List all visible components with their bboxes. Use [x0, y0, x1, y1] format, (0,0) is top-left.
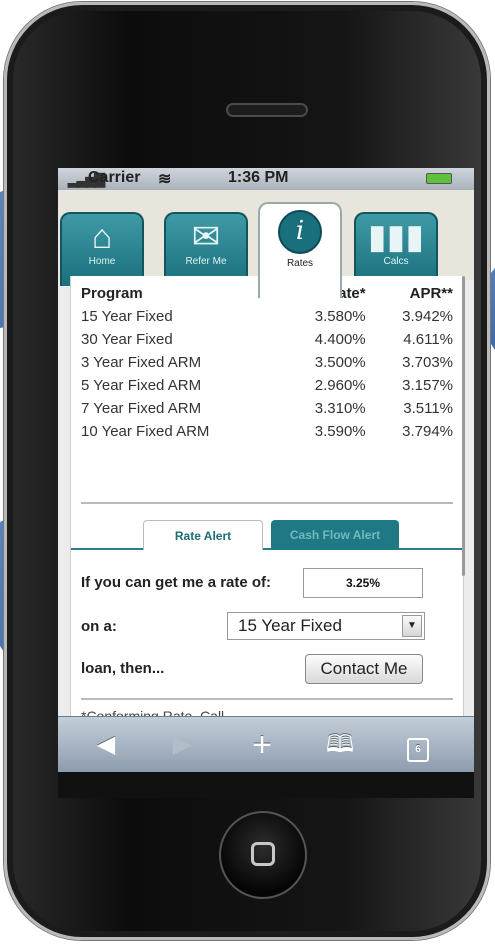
apr-cell: 3.703%	[402, 354, 453, 371]
tab-label: Rates	[286, 258, 314, 269]
tab-home[interactable]: ⌂ Home	[60, 212, 144, 286]
wifi-icon: ≋	[158, 171, 172, 188]
pages-icon[interactable]: 6	[398, 725, 438, 765]
bookmarks-book-icon[interactable]: 🕮	[320, 725, 360, 765]
rate-cell: 3.580%	[314, 308, 366, 325]
table-row[interactable]: 10 Year Fixed ARM 3.590% 3.794%	[81, 420, 453, 443]
rate-cell: 4.400%	[314, 331, 366, 348]
home-button-square-icon	[251, 842, 275, 866]
forward-arrow-icon: ▶	[172, 731, 192, 758]
add-bookmark-icon[interactable]: +	[242, 725, 282, 765]
phone-screen: ▂▃▅▇ Carrier ≋ 1:36 PM ⌂ Home ✉ Refer Me…	[58, 168, 474, 798]
chevron-down-icon[interactable]: ▼	[402, 615, 422, 637]
house-icon: ⌂	[91, 218, 113, 256]
app-tab-bar: ⌂ Home ✉ Refer Me i Rates ▮▮▮ Calcs	[58, 190, 474, 298]
program-cell: 5 Year Fixed ARM	[81, 377, 202, 394]
program-cell: 15 Year Fixed	[81, 308, 173, 325]
browser-toolbar: ◀ ▶ + 🕮 6	[58, 716, 474, 773]
loan-type-label: on a:	[81, 618, 117, 635]
bar-chart-icon: ▮▮▮	[367, 218, 425, 256]
tab-cash-flow-alert[interactable]: Cash Flow Alert	[271, 520, 399, 550]
info-icon: i	[278, 210, 322, 254]
program-cell: 10 Year Fixed ARM	[81, 423, 210, 440]
battery-icon	[426, 173, 452, 184]
divider	[81, 502, 453, 504]
apr-cell: 3.511%	[403, 400, 453, 417]
back-arrow-icon[interactable]: ◀	[86, 725, 126, 765]
tab-refer-me[interactable]: ✉ Refer Me	[164, 212, 248, 286]
home-button[interactable]	[219, 811, 307, 899]
tab-label: Home	[88, 256, 116, 267]
program-cell: 3 Year Fixed ARM	[81, 354, 202, 371]
divider	[81, 698, 453, 700]
contact-me-button[interactable]: Contact Me	[305, 654, 423, 684]
envelope-icon: ✉	[191, 218, 221, 256]
loan-type-value: 15 Year Fixed	[238, 616, 342, 635]
table-row[interactable]: 5 Year Fixed ARM 2.960% 3.157%	[81, 374, 453, 397]
tab-rate-alert[interactable]: Rate Alert	[143, 520, 263, 550]
rate-prompt-label: If you can get me a rate of:	[81, 574, 272, 591]
rate-cell: 3.310%	[314, 400, 366, 417]
tab-calcs[interactable]: ▮▮▮ Calcs	[354, 212, 438, 286]
rate-cell: 3.500%	[314, 354, 366, 371]
tab-rates[interactable]: i Rates	[258, 202, 342, 298]
loan-type-select[interactable]: 15 Year Fixed ▼	[227, 612, 425, 640]
rate-input[interactable]	[303, 568, 423, 598]
apr-header: APR**	[409, 285, 453, 302]
table-row[interactable]: 3 Year Fixed ARM 3.500% 3.703%	[81, 351, 453, 374]
status-bar: ▂▃▅▇ Carrier ≋ 1:36 PM	[58, 168, 474, 190]
rates-table: Program Rate* APR** 15 Year Fixed 3.580%…	[81, 282, 453, 443]
apr-cell: 3.794%	[402, 423, 453, 440]
program-cell: 30 Year Fixed	[81, 331, 173, 348]
then-label: loan, then...	[81, 660, 165, 677]
earpiece-speaker	[226, 103, 308, 117]
table-row[interactable]: 30 Year Fixed 4.400% 4.611%	[81, 328, 453, 351]
apr-cell: 4.611%	[403, 331, 453, 348]
rate-cell: 2.960%	[314, 377, 366, 394]
program-cell: 7 Year Fixed ARM	[81, 400, 202, 417]
table-row[interactable]: 15 Year Fixed 3.580% 3.942%	[81, 305, 453, 328]
alert-tab-strip: Rate Alert Cash Flow Alert	[71, 514, 463, 550]
rate-cell: 3.590%	[314, 423, 366, 440]
program-header: Program	[81, 285, 143, 302]
table-row[interactable]: 7 Year Fixed ARM 3.310% 3.511%	[81, 397, 453, 420]
pages-count: 6	[407, 738, 429, 762]
tab-label: Refer Me	[185, 256, 227, 267]
apr-cell: 3.157%	[402, 377, 453, 394]
apr-cell: 3.942%	[402, 308, 453, 325]
status-time: 1:36 PM	[228, 169, 289, 186]
rates-panel: Program Rate* APR** 15 Year Fixed 3.580%…	[70, 276, 464, 724]
screen-bottom-edge	[58, 772, 474, 798]
carrier-name: Carrier	[88, 169, 141, 186]
scrollbar[interactable]	[462, 276, 465, 576]
